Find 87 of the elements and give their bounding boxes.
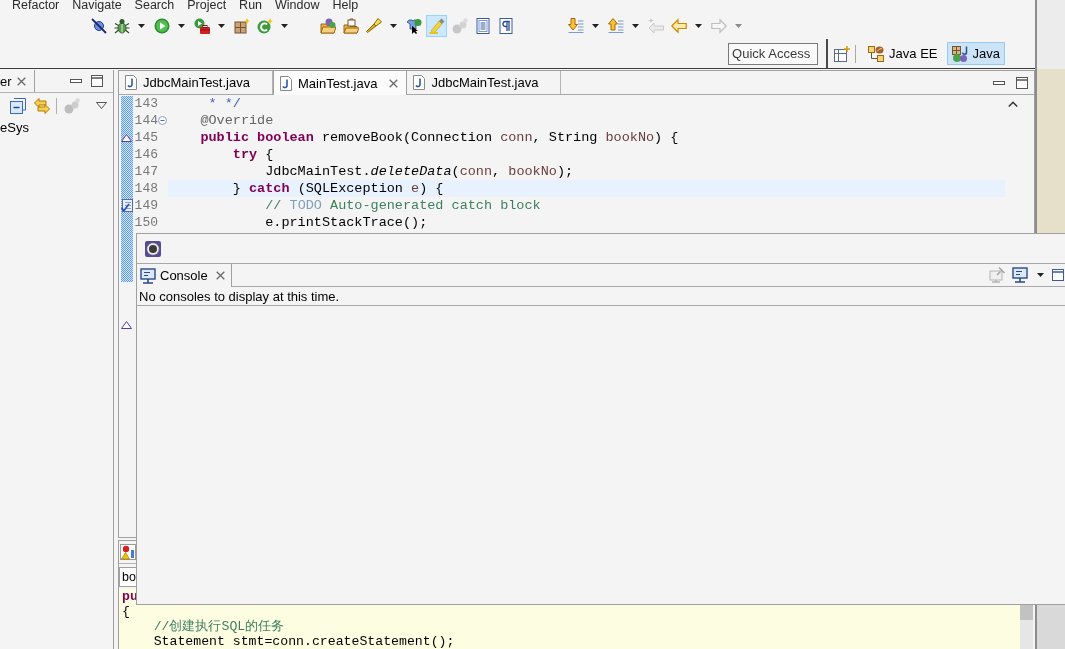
folder-bag-icon (342, 18, 359, 34)
caret-icon[interactable] (592, 24, 599, 28)
tree-item[interactable]: eSys (0, 119, 30, 136)
menu-item[interactable]: Run (239, 0, 263, 11)
quick-access-field[interactable]: Quick Access (728, 42, 819, 65)
line-number: 149 (134, 197, 158, 214)
collapse-all-icon[interactable] (10, 97, 26, 114)
bug-icon (113, 18, 130, 34)
caret-icon[interactable] (632, 24, 639, 28)
arrow-up-lines-icon (607, 18, 624, 34)
code-line: public boolean removeBook(Connection conn, String bookNo) { (199, 130, 679, 145)
perspective-button[interactable]: Java (946, 42, 1005, 65)
menu-item[interactable]: Navigate (72, 0, 122, 11)
code-line: Statement stmt=conn.createStatement(); (152, 634, 455, 649)
code-line: * */ (207, 96, 241, 111)
caret-icon[interactable] (218, 24, 225, 28)
file-icon (413, 75, 426, 90)
minus-circle-icon[interactable] (158, 116, 167, 125)
caret-icon[interactable] (1037, 273, 1044, 277)
pilcrow-icon (497, 18, 514, 34)
left-arrow-sparkle-icon (647, 18, 664, 34)
code-line: try { (231, 147, 274, 162)
code-line: //创建执行SQL的任务 (152, 619, 285, 634)
maximize-icon[interactable] (91, 75, 103, 87)
crossed-circle-icon (90, 18, 107, 34)
pen-icon (365, 18, 382, 34)
line-number: 144 (134, 112, 158, 129)
close-icon[interactable] (389, 78, 399, 88)
c-circle-sparkle-icon (256, 18, 273, 34)
grid-sparkle-icon (233, 18, 250, 34)
monitor-icon (140, 267, 156, 284)
editor-tab[interactable]: JdbcMainTest.java (119, 71, 273, 94)
editor-tab[interactable]: MainTest.java (272, 71, 408, 95)
line-number: 145 (134, 129, 158, 146)
left-arrow-icon (670, 18, 687, 34)
view-menu-icon[interactable] (96, 102, 107, 109)
window-icon[interactable] (1052, 269, 1064, 281)
error-warning-icon[interactable] (120, 544, 136, 560)
cursor-badge-icon (405, 18, 422, 34)
menu-item[interactable]: Window (275, 0, 320, 11)
link-arrows-icon[interactable] (34, 97, 50, 114)
caret-icon[interactable] (390, 24, 397, 28)
editor-tab[interactable]: JdbcMainTest.java (407, 71, 562, 94)
console-tab[interactable]: Console (137, 264, 232, 287)
line-number: 147 (134, 163, 158, 180)
view-tab[interactable]: er (0, 70, 35, 92)
code-line: // TODO Auto-generated catch block (264, 198, 541, 213)
play-icon (153, 18, 170, 34)
menu-item[interactable]: Search (134, 0, 175, 11)
grid-balls-icon (951, 45, 968, 62)
page-frame-icon (474, 18, 491, 34)
line-number: 148 (134, 180, 158, 197)
menu-item[interactable]: Project (187, 0, 227, 11)
line-number: 150 (134, 214, 158, 231)
code-line: { (122, 604, 130, 619)
code-line: } catch (SQLException e) { (231, 181, 444, 196)
code-line: @Override (199, 113, 274, 128)
file-icon (279, 75, 292, 91)
minimize-icon[interactable] (993, 80, 1005, 85)
menu-item[interactable]: Refactor (12, 0, 60, 11)
minimize-icon[interactable] (70, 79, 82, 83)
highlighter-icon (428, 18, 445, 34)
chevron-up-icon[interactable] (1008, 100, 1018, 107)
caret-icon[interactable] (281, 24, 288, 28)
monitor-icon[interactable] (1012, 267, 1028, 283)
hierarchy-bean-icon (868, 45, 885, 62)
line-number: 143 (134, 95, 158, 112)
caret-icon[interactable] (178, 24, 185, 28)
line-number: 146 (134, 146, 158, 163)
ring-tile-icon[interactable] (145, 240, 161, 257)
arrow-down-lines-icon (567, 18, 584, 34)
right-arrow-icon (710, 18, 727, 34)
caret-icon[interactable] (695, 24, 702, 28)
close-icon[interactable] (215, 271, 225, 280)
maximize-icon[interactable] (1016, 76, 1028, 89)
folder-ball-icon (319, 18, 336, 34)
bubbles-icon (451, 18, 468, 34)
close-icon[interactable] (16, 76, 26, 86)
play-toolbox-icon (193, 18, 210, 34)
console-message: No consoles to display at this time. (139, 288, 340, 304)
file-icon (125, 75, 137, 90)
code-line: e.printStackTrace(); (264, 215, 428, 230)
menu-item[interactable]: Help (332, 0, 359, 11)
perspective-button[interactable]: Java EE (863, 42, 943, 65)
code-line: JdbcMainTest.deleteData(conn, bookNo); (264, 164, 574, 179)
title-field: bo (119, 566, 137, 587)
caret-icon[interactable] (138, 24, 145, 28)
